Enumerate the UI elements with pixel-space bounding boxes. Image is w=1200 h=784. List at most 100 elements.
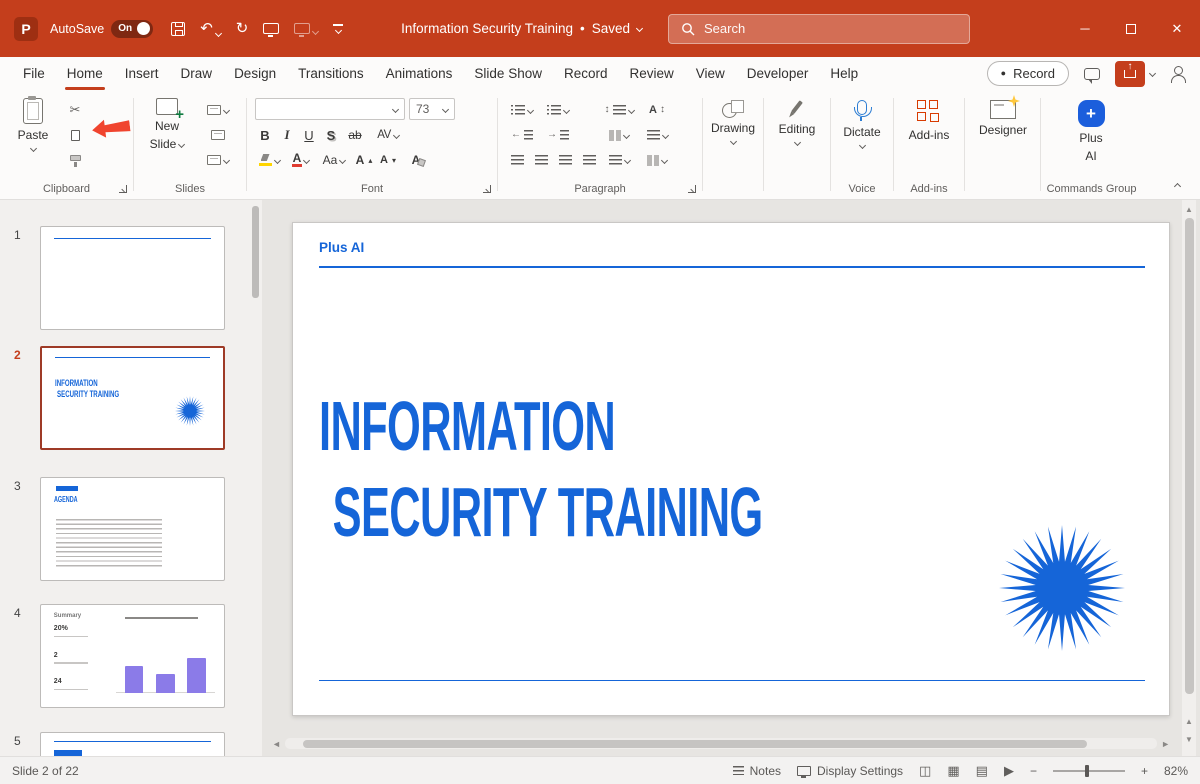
designer-button[interactable]: Designer (973, 100, 1033, 137)
tab-transitions[interactable]: Transitions (287, 57, 375, 90)
justify-button[interactable] (578, 148, 600, 172)
minimize-button[interactable]: ─ (1062, 0, 1108, 57)
section-button[interactable] (200, 148, 236, 172)
font-dialog-launcher[interactable] (483, 185, 491, 193)
font-size-combo[interactable]: 73 (409, 98, 455, 120)
next-slide-button[interactable]: ▼ (1182, 735, 1196, 744)
slide-title-textbox[interactable]: INFORMATION SECURITY TRAINING (319, 383, 763, 555)
italic-button[interactable]: I (277, 124, 297, 146)
save-button[interactable] (171, 21, 186, 36)
share-button[interactable] (1115, 60, 1145, 87)
display-settings-button[interactable]: Display Settings (797, 764, 903, 778)
undo-button[interactable]: ↶ (200, 21, 222, 38)
tab-view[interactable]: View (685, 57, 736, 90)
scroll-right-arrow[interactable]: ► (1161, 739, 1170, 749)
addins-button[interactable]: Add-ins (901, 100, 957, 142)
tab-home[interactable]: Home (56, 57, 114, 90)
columns-button[interactable] (602, 123, 636, 147)
scrollbar-track[interactable] (284, 738, 1158, 749)
collapse-ribbon-button[interactable] (1173, 182, 1182, 191)
zoom-in-button[interactable]: + (1141, 764, 1148, 778)
cut-button[interactable]: ✂ (62, 98, 88, 122)
slide-5-thumbnail[interactable] (40, 732, 225, 756)
dictate-button[interactable]: Dictate (836, 100, 888, 150)
share-dropdown-chevron-icon[interactable] (1148, 69, 1157, 78)
pointer-mode-button[interactable] (294, 23, 320, 37)
bold-button[interactable]: B (255, 124, 275, 146)
strikethrough-button[interactable]: ab (343, 124, 367, 146)
starburst-shape[interactable] (999, 525, 1125, 651)
maximize-button[interactable] (1108, 0, 1154, 57)
zoom-level[interactable]: 82% (1164, 764, 1188, 778)
account-icon[interactable] (1170, 66, 1186, 83)
tab-record[interactable]: Record (553, 57, 619, 90)
font-color-button[interactable]: A (287, 149, 315, 171)
format-painter-button[interactable] (62, 148, 88, 172)
scroll-up-arrow[interactable]: ▲ (1182, 205, 1196, 214)
new-slide-button[interactable]: New Slide (142, 98, 192, 151)
plus-ai-button[interactable]: + Plus AI (1065, 100, 1117, 163)
numbering-button[interactable] (542, 98, 574, 122)
tab-insert[interactable]: Insert (114, 57, 170, 90)
text-direction-button[interactable] (640, 123, 674, 147)
slide-editor[interactable]: Plus AI INFORMATION SECURITY TRAINING (292, 222, 1170, 716)
drawing-button[interactable]: Drawing (707, 100, 759, 146)
decrease-indent-button[interactable]: ← (506, 123, 538, 147)
paste-button[interactable]: Paste (10, 96, 56, 153)
editing-button[interactable]: Editing (771, 100, 823, 147)
sort-button[interactable]: A ↕ (640, 98, 674, 122)
paragraph-dialog-launcher[interactable] (688, 185, 696, 193)
slide-brand-text[interactable]: Plus AI (319, 240, 364, 255)
horizontal-scrollbar[interactable]: ◄ ► (272, 737, 1170, 750)
slide-sorter-button[interactable]: ▦ (947, 763, 959, 779)
font-name-combo[interactable] (255, 98, 405, 120)
close-button[interactable]: ✕ (1154, 0, 1200, 57)
align-left-button[interactable] (506, 148, 528, 172)
align-right-button[interactable] (554, 148, 576, 172)
zoom-slider-th[interactable] (1085, 764, 1090, 777)
notes-button[interactable]: Notes (732, 764, 781, 778)
scrollbar-thumb[interactable] (302, 739, 1088, 748)
present-button[interactable] (263, 23, 280, 37)
autosave-toggle[interactable]: On (111, 19, 154, 38)
powerpoint-logo-icon[interactable]: P (14, 16, 38, 41)
slide-3-thumbnail[interactable]: AGENDA (40, 477, 225, 581)
reset-button[interactable] (200, 123, 236, 147)
previous-slide-button[interactable]: ▲ (1182, 717, 1196, 726)
slide-4-thumbnail[interactable]: Summary 20% 2 24 (40, 604, 225, 708)
tab-draw[interactable]: Draw (170, 57, 224, 90)
align-center-button[interactable] (530, 148, 552, 172)
increase-indent-button[interactable]: → (542, 123, 574, 147)
character-spacing-button[interactable]: AV (371, 124, 405, 146)
slide-1-thumbnail[interactable] (40, 226, 225, 330)
tab-review[interactable]: Review (619, 57, 685, 90)
highlight-button[interactable] (255, 149, 283, 171)
align-text-button[interactable] (602, 148, 636, 172)
zoom-slider[interactable] (1052, 764, 1125, 777)
redo-button[interactable]: ↻ (236, 21, 249, 36)
clipboard-dialog-launcher[interactable] (119, 185, 127, 193)
tab-developer[interactable]: Developer (736, 57, 820, 90)
comments-button[interactable] (1084, 67, 1100, 84)
document-title-area[interactable]: Information Security Training • Saved (401, 21, 644, 36)
tab-design[interactable]: Design (223, 57, 287, 90)
reading-view-button[interactable]: ▤ (976, 763, 988, 779)
tab-file[interactable]: File (12, 57, 56, 90)
tab-slide-show[interactable]: Slide Show (463, 57, 553, 90)
vertical-scrollbar[interactable]: ▲ ▲ ▼ (1182, 200, 1196, 756)
scroll-left-arrow[interactable]: ◄ (272, 739, 281, 749)
record-button[interactable]: ● Record (986, 61, 1069, 86)
text-shadow-button[interactable]: S (321, 124, 341, 146)
slide-2-thumbnail[interactable]: INFORMATION SECURITY TRAINING (40, 346, 225, 450)
underline-button[interactable]: U (299, 124, 319, 146)
layout-button[interactable] (200, 98, 236, 122)
scrollbar-thumb[interactable] (252, 206, 259, 298)
change-case-button[interactable]: Aa (319, 149, 349, 171)
copy-button[interactable] (62, 123, 88, 147)
bullets-button[interactable] (506, 98, 538, 122)
thumbnail-panel-scrollbar[interactable] (251, 204, 260, 752)
normal-view-button[interactable]: ◫ (919, 763, 931, 779)
zoom-out-button[interactable]: − (1030, 764, 1037, 778)
tab-help[interactable]: Help (819, 57, 869, 90)
customize-toolbar-button[interactable] (333, 24, 344, 34)
